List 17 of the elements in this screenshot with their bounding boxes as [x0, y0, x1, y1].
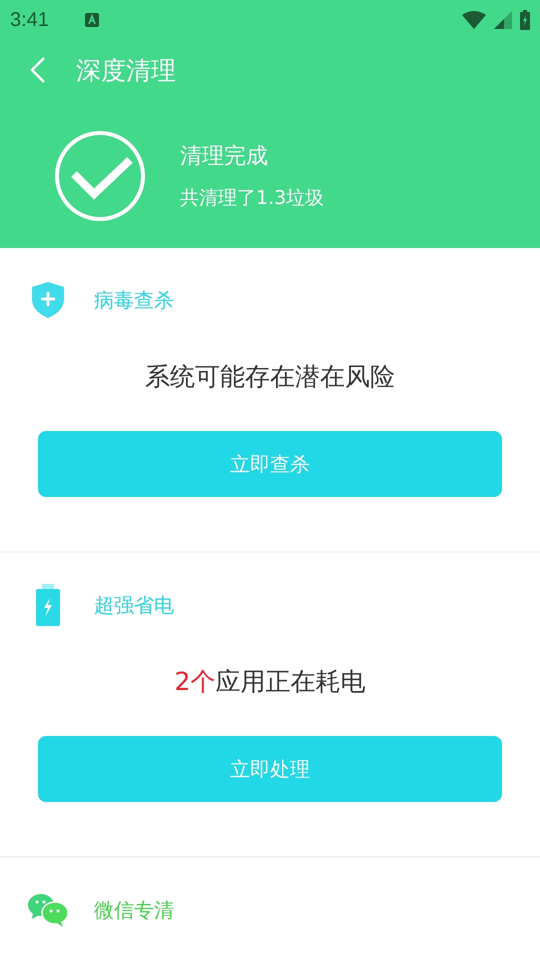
status-message: 2个应用正在耗电	[174, 666, 366, 698]
battery-icon	[520, 10, 530, 30]
action-button[interactable]: 立即处理	[38, 736, 502, 802]
check-circle-icon	[54, 130, 146, 222]
signal-icon	[494, 11, 512, 29]
status-time: 3:41	[10, 8, 49, 32]
action-button[interactable]: 立即查杀	[38, 431, 502, 497]
result-title: 清理完成	[180, 143, 269, 171]
keyboard-icon	[84, 13, 99, 27]
section-title: 微信专清	[94, 896, 174, 924]
section-title: 超强省电	[94, 592, 174, 618]
status-message: 系统可能存在潜在风险	[144, 361, 396, 393]
wifi-icon	[462, 11, 486, 29]
page-title: 深度清理	[76, 54, 176, 86]
section-title: 病毒查杀	[94, 286, 174, 314]
result-summary: 共清理了1.3垃圾	[180, 186, 324, 211]
back-icon[interactable]	[30, 56, 46, 84]
